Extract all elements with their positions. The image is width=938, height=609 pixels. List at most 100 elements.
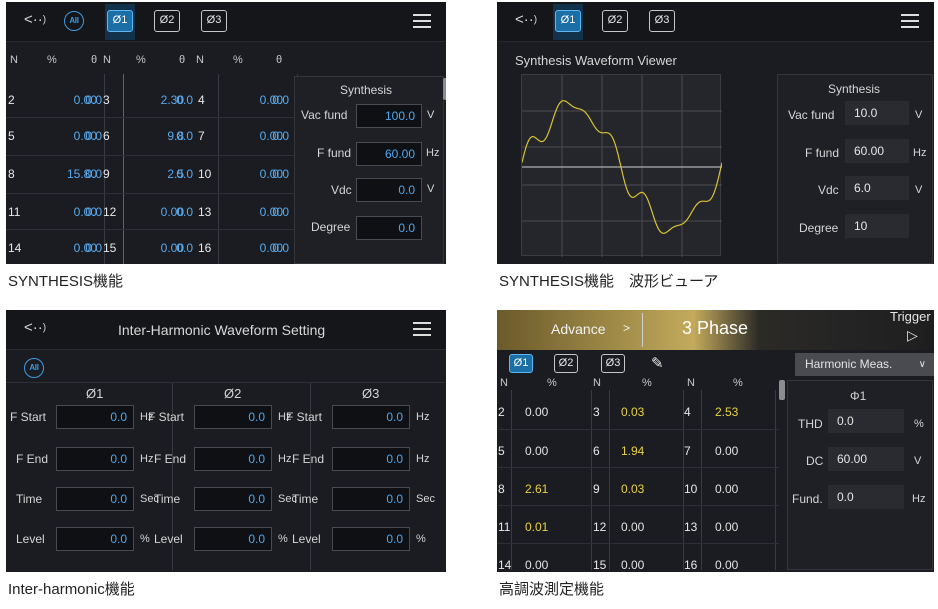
field-label: Time: [292, 492, 319, 506]
field-input[interactable]: 0.0: [194, 527, 272, 551]
table-cell: 0.0: [176, 93, 193, 107]
ffund-unit: Hz: [426, 147, 440, 159]
field-input[interactable]: 0.0: [194, 447, 272, 471]
table-cell: 0.0: [176, 205, 193, 219]
field-input[interactable]: 0.0: [56, 405, 134, 429]
table-cell: 0.0: [272, 241, 289, 255]
phase1-tab[interactable]: Ø1: [107, 10, 133, 32]
table-cell: 8: [8, 167, 15, 181]
vac-unit: V: [427, 109, 435, 121]
degree-input[interactable]: 0.0: [356, 216, 422, 240]
ffund-label: F fund: [317, 146, 352, 160]
table-cell: 13: [684, 520, 698, 534]
table-cell: 0.00: [621, 558, 645, 572]
field-input[interactable]: 0.0: [332, 527, 410, 551]
field-unit: Hz: [140, 453, 154, 465]
row-divider: [6, 117, 294, 118]
divider: [123, 74, 124, 264]
field-input[interactable]: 0.0: [194, 487, 272, 511]
menu-icon[interactable]: [901, 14, 919, 28]
table-cell: 9: [103, 167, 110, 181]
vac-input[interactable]: 10.0: [845, 101, 909, 125]
advance-button[interactable]: Advance: [551, 321, 605, 337]
field-label: Time: [16, 492, 43, 506]
table-cell: 0.00: [525, 444, 549, 458]
all-phase-button[interactable]: All: [64, 11, 84, 31]
phase-mode[interactable]: 3 Phase: [682, 318, 748, 339]
menu-icon[interactable]: [413, 322, 431, 336]
phase3-tab[interactable]: Ø3: [649, 10, 675, 32]
thd-label: THD: [798, 417, 823, 431]
back-icon[interactable]: <··): [24, 319, 46, 336]
page-title: Inter-Harmonic Waveform Setting: [118, 322, 326, 338]
ffund-input[interactable]: 60.00: [356, 142, 422, 166]
synthesis-settings: Synthesis Vac fund 100.0 V F fund 60.00 …: [294, 76, 444, 264]
field-input[interactable]: 0.0: [332, 487, 410, 511]
mode-dropdown[interactable]: Harmonic Meas. ∨: [795, 353, 934, 376]
vdc-input[interactable]: 6.0: [845, 176, 909, 200]
vdc-input[interactable]: 0.0: [356, 178, 422, 202]
table-cell: 0.0: [272, 167, 289, 181]
field-label: F Start: [10, 410, 47, 424]
ffund-input[interactable]: 60.00: [845, 139, 909, 163]
table-cell: 15: [103, 241, 117, 255]
table-cell: 4: [684, 405, 691, 419]
vac-unit: V: [915, 109, 923, 121]
header-divider: [6, 382, 446, 383]
table-cell: 0.00: [715, 482, 739, 496]
table-cell: 12: [593, 520, 607, 534]
dc-unit: V: [914, 455, 922, 467]
field-input[interactable]: 0.0: [56, 527, 134, 551]
scrollbar[interactable]: [779, 380, 785, 400]
menu-icon[interactable]: [413, 14, 431, 28]
thd-value: 0.0: [828, 409, 904, 433]
degree-input[interactable]: 10: [845, 214, 909, 238]
table-cell: 2: [8, 93, 15, 107]
table-cell: 8: [498, 482, 505, 496]
row-divider: [6, 229, 294, 230]
all-phase-button[interactable]: All: [24, 358, 44, 378]
table-cell: 7: [198, 129, 205, 143]
phase2-tab[interactable]: Ø2: [154, 10, 180, 32]
field-input[interactable]: 0.0: [194, 405, 272, 429]
play-icon[interactable]: ▷: [907, 327, 918, 344]
table-cell: 0.00: [715, 444, 739, 458]
phase1-tab[interactable]: Ø1: [509, 354, 533, 373]
vac-input[interactable]: 100.0: [356, 104, 422, 128]
field-input[interactable]: 0.0: [56, 447, 134, 471]
table-cell: 0.01: [525, 520, 549, 534]
field-input[interactable]: 0.0: [332, 447, 410, 471]
caption-1: SYNTHESIS機能: [8, 273, 124, 290]
back-icon[interactable]: <··): [24, 11, 46, 28]
back-icon[interactable]: <··): [515, 11, 537, 28]
waveform-viewer-panel: <··) Ø1 Ø2 Ø3 Synthesis Waveform Viewer …: [497, 2, 934, 264]
phase-header: Ø1: [86, 386, 104, 401]
table-cell: 16: [684, 558, 698, 572]
column-header: %: [233, 54, 243, 66]
phase1-tab[interactable]: Ø1: [555, 10, 581, 32]
field-input[interactable]: 0.0: [332, 405, 410, 429]
table-cell: 0.00: [715, 520, 739, 534]
column-header: N: [500, 377, 508, 389]
table-cell: 3: [593, 405, 600, 419]
table-cell: 0.00: [525, 405, 549, 419]
table-cell: 2: [498, 405, 505, 419]
table-cell: 0.0: [272, 129, 289, 143]
table-cell: 0.03: [621, 405, 645, 419]
row-divider: [6, 193, 294, 194]
table-cell: 0.03: [621, 482, 645, 496]
field-label: Time: [154, 492, 181, 506]
phase3-tab[interactable]: Ø3: [201, 10, 227, 32]
scrollbar[interactable]: [443, 78, 446, 100]
phase3-tab[interactable]: Ø3: [601, 354, 625, 373]
table-cell: 10: [684, 482, 698, 496]
table-cell: 0.0: [176, 167, 193, 181]
field-input[interactable]: 0.0: [56, 487, 134, 511]
phase2-tab[interactable]: Ø2: [602, 10, 628, 32]
phase2-tab[interactable]: Ø2: [554, 354, 578, 373]
column-header: N: [593, 377, 601, 389]
fund-unit: Hz: [912, 493, 926, 505]
column-header: %: [733, 377, 743, 389]
pen-icon[interactable]: ✎: [651, 354, 664, 372]
field-label: F Start: [148, 410, 185, 424]
